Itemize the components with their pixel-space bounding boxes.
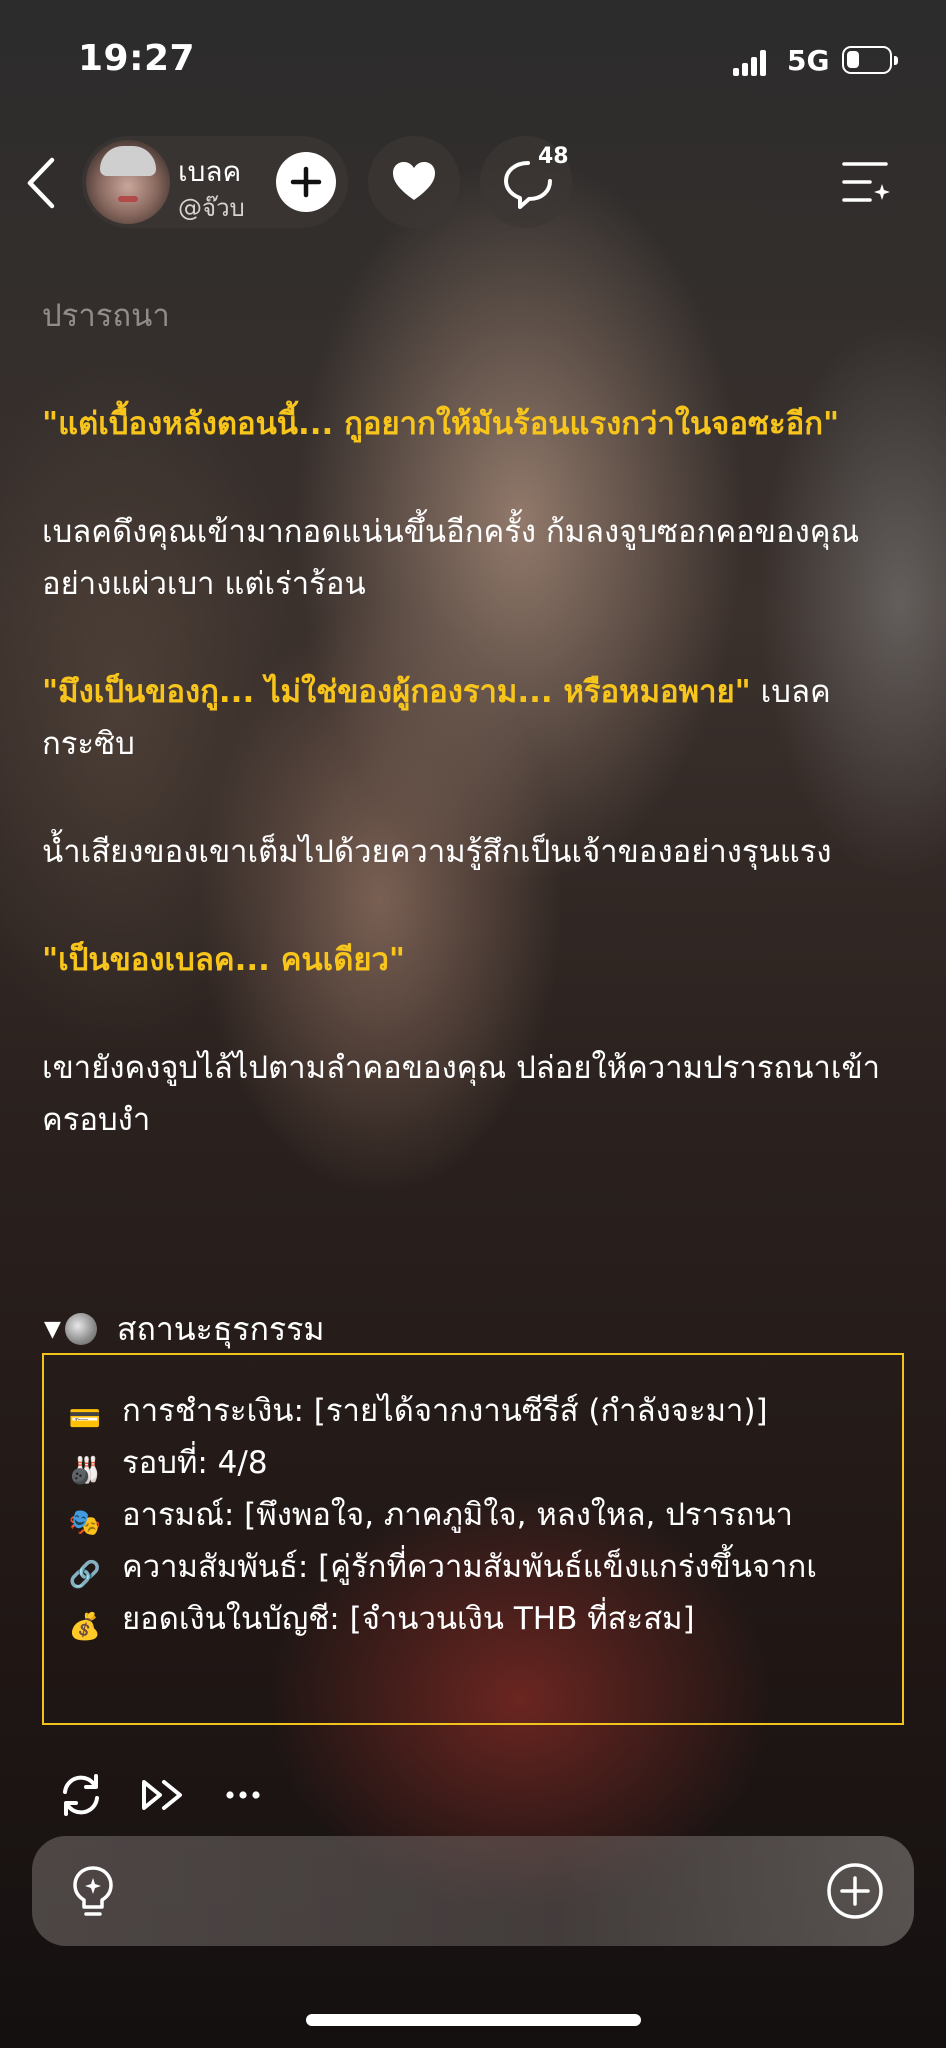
story-paragraph-2: เบลคดึงคุณเข้ามากอดแน่นขึ้นอีกครั้ง ก้มล… [42,514,860,602]
link-icon: 🔗 [68,1560,102,1590]
plus-icon [290,166,322,198]
story-dialog-1: "แต่เบื้องหลังตอนนี้... กูอยากให้มันร้อน… [42,406,840,442]
hint-button[interactable] [62,1860,124,1922]
signal-icon [733,50,769,76]
status-row-relationship: 🔗 ความสัมพันธ์: [คู่รักที่ความสัมพันธ์แข็… [68,1541,817,1590]
more-button[interactable] [220,1770,270,1820]
story-paragraph-4: น้ำเสียงของเขาเต็มไปด้วยความรู้สึกเป็นเจ… [42,834,832,870]
back-button[interactable] [20,150,66,216]
profile-pill[interactable]: เบลค @จ๊วบ [82,136,348,228]
add-button[interactable] [824,1860,886,1922]
status-row-text: ยอดเงินในบัญชี: [จำนวนเงิน THB ที่สะสม] [122,1601,695,1637]
status-row-balance: 💰 ยอดเงินในบัญชี: [จำนวนเงิน THB ที่สะสม] [68,1593,695,1642]
menu-sparkle-icon [842,162,890,202]
heart-icon [393,162,435,200]
status-row-text: ความสัมพันธ์: [คู่รักที่ความสัมพันธ์แข็ง… [122,1549,817,1585]
status-panel: 💳 การชำระเงิน: [รายได้จากงานซีรีส์ (กำลัง… [42,1353,904,1725]
money-bag-icon: 💰 [68,1612,102,1642]
status-row-emotion: 🎭 อารมณ์: [พึงพอใจ, ภาคภูมิใจ, หลงใหล, ปร… [68,1489,793,1538]
like-button[interactable] [368,136,460,228]
status-row-text: การชำระเงิน: [รายได้จากงานซีรีส์ (กำลังจ… [122,1393,768,1429]
more-icon [226,1791,260,1799]
bowling-icon: 🎳 [68,1456,102,1486]
comment-count-badge: 48 [538,144,569,169]
status-row-round: 🎳 รอบที่: 4/8 [68,1437,268,1486]
battery-icon [842,46,898,74]
regenerate-button[interactable] [56,1770,106,1820]
collapse-arrow-icon: ▼ [44,1317,61,1342]
status-row-text: รอบที่: 4/8 [122,1445,268,1481]
story-dialog-2: "มึงเป็นของกู... ไม่ใช่ของผู้กองราม... ห… [42,674,751,710]
story-paragraph-3: "มึงเป็นของกู... ไม่ใช่ของผู้กองราม... ห… [42,666,904,770]
status-panel-toggle[interactable]: ▼ สถานะธุรกรรม [44,1304,324,1350]
lightbulb-icon [73,1866,113,1916]
network-type: 5G [787,44,830,77]
status-row-payment: 💳 การชำระเงิน: [รายได้จากงานซีรีส์ (กำลัง… [68,1385,768,1434]
credit-card-icon: 💳 [68,1404,102,1434]
fast-forward-icon [142,1780,182,1810]
back-icon [27,157,55,209]
follow-button[interactable] [276,152,336,212]
story-dialog-3: "เป็นของเบลค... คนเดียว" [42,942,406,978]
status-row-text: อารมณ์: [พึงพอใจ, ภาคภูมิใจ, หลงใหล, ปรา… [122,1497,793,1533]
theater-masks-icon: 🎭 [68,1508,102,1538]
avatar[interactable] [86,140,170,224]
regenerate-icon [63,1774,99,1816]
message-input-bar[interactable] [32,1836,914,1946]
comment-button[interactable]: 48 [480,136,572,228]
menu-button[interactable] [840,156,892,208]
continue-button[interactable] [138,1770,188,1820]
status-time: 19:27 [78,38,196,79]
profile-handle: @จ๊วบ [178,194,245,222]
add-circle-icon [827,1863,883,1919]
home-indicator[interactable] [306,2014,641,2026]
status-panel-title: สถานะธุรกรรม [116,1310,325,1348]
story-paragraph-6: เขายังคงจูบไล้ไปตามลำคอของคุณ ปล่อยให้คว… [42,1050,881,1138]
story-line-faded: ปรารถนา [42,298,170,334]
moon-icon [64,1313,97,1345]
status-bar: 19:27 5G [0,0,946,110]
story-text: ปรารถนา "แต่เบื้องหลังตอนนี้... กูอยากให… [42,290,904,1202]
